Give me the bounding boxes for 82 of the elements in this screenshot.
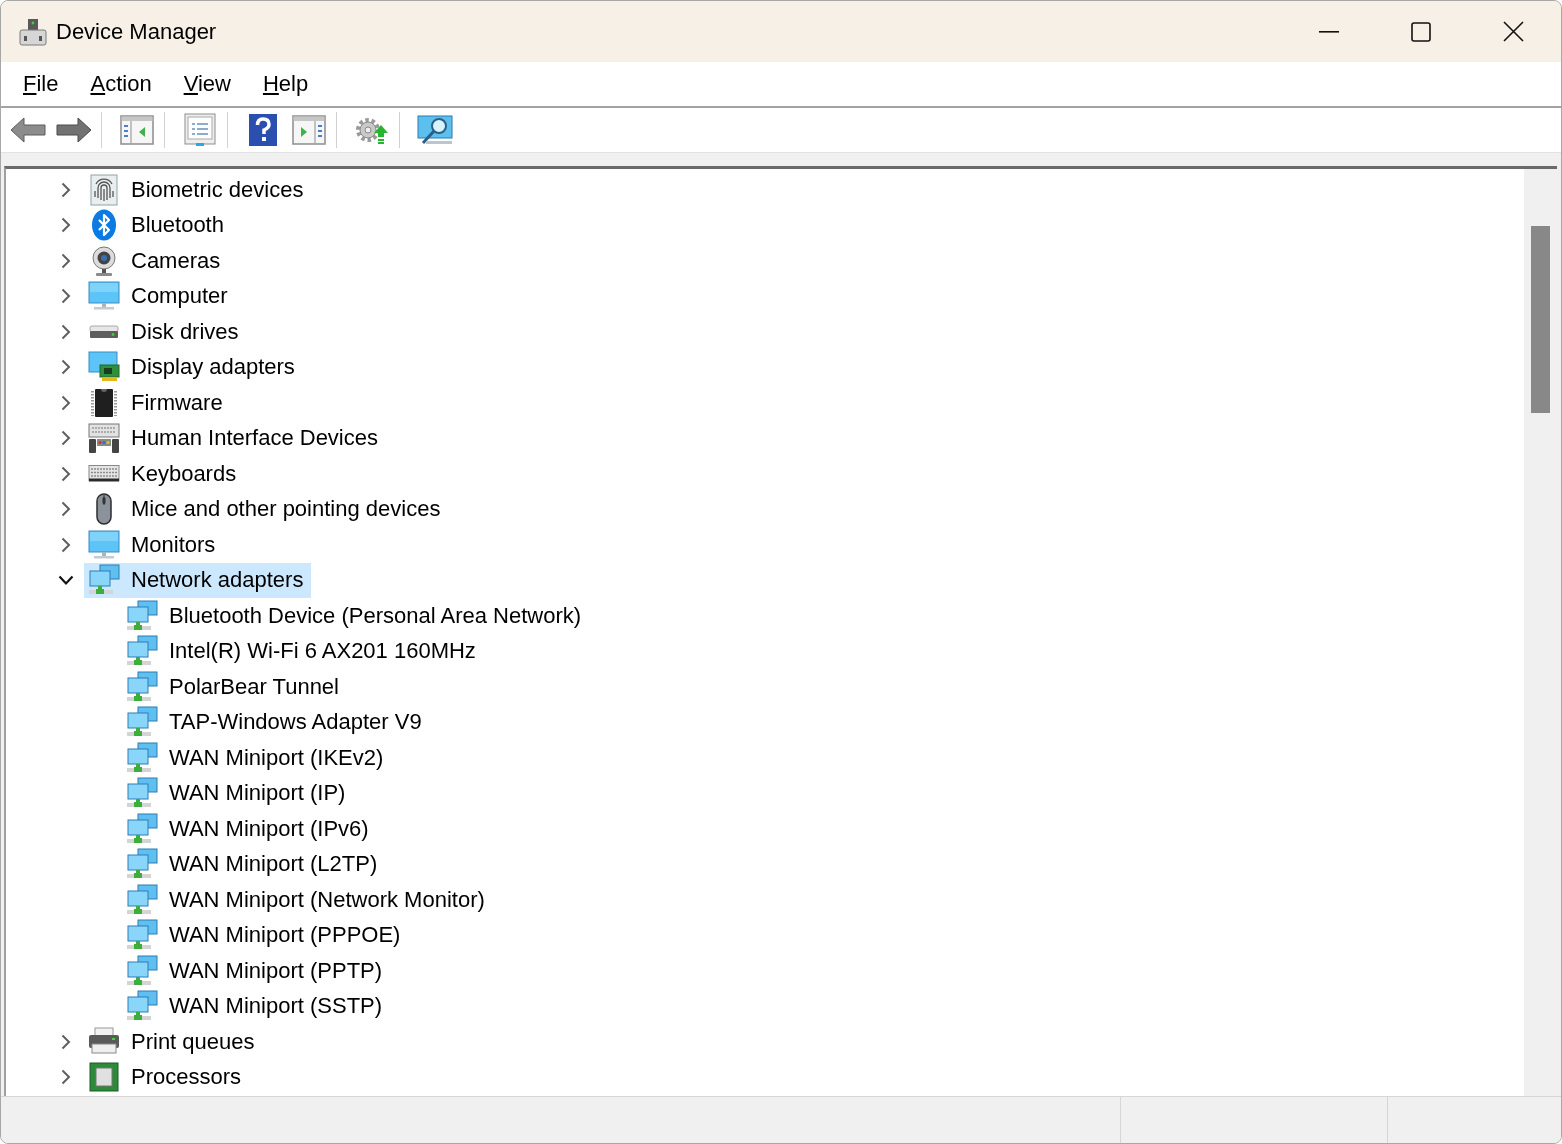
scrollbar-thumb[interactable] <box>1531 226 1550 413</box>
tree-item[interactable]: Network adapters <box>84 562 312 598</box>
tree-item[interactable]: WAN Miniport (SSTP) <box>122 988 391 1024</box>
menu-item[interactable]: View <box>167 67 247 101</box>
network-computers-icon <box>126 954 158 987</box>
monitor-search-icon <box>417 115 453 145</box>
fingerprint-icon <box>90 173 118 206</box>
tree-item[interactable]: Firmware <box>84 385 231 421</box>
window-title: Device Manager <box>56 18 217 45</box>
tree-item[interactable]: WAN Miniport (IKEv2) <box>122 740 392 776</box>
chevron-right-icon[interactable] <box>61 1033 71 1050</box>
tree-item[interactable]: Keyboards <box>84 456 245 492</box>
chevron-right-icon[interactable] <box>61 323 71 340</box>
tree-item[interactable]: WAN Miniport (PPTP) <box>122 953 391 989</box>
window-pane-icon <box>292 115 326 145</box>
tree-item[interactable]: PolarBear Tunnel <box>122 669 347 705</box>
monitor-icon <box>88 280 120 313</box>
network-computers-icon <box>126 706 158 739</box>
tree-item[interactable]: Intel(R) Wi-Fi 6 AX201 160MHz <box>122 633 484 669</box>
processor-chip-icon <box>88 1061 120 1094</box>
monitor-card-icon <box>88 351 120 384</box>
network-computers-icon <box>126 812 158 845</box>
chevron-right-icon[interactable] <box>61 288 71 305</box>
chevron-right-icon[interactable] <box>61 252 71 269</box>
network-computers-icon <box>88 564 120 597</box>
tree-item[interactable]: TAP-Windows Adapter V9 <box>122 704 430 740</box>
chevron-right-icon[interactable] <box>61 430 71 447</box>
input-device-icon <box>88 422 120 455</box>
network-computers-icon <box>126 990 158 1023</box>
tree-item[interactable]: WAN Miniport (IP) <box>122 775 354 811</box>
tree-item[interactable]: Processors <box>84 1059 250 1095</box>
tree-item[interactable]: Monitors <box>84 527 224 563</box>
chevron-right-icon[interactable] <box>61 501 71 518</box>
network-computers-icon <box>126 599 158 632</box>
keyboard-icon <box>88 465 120 483</box>
chevron-right-icon[interactable] <box>61 1069 71 1086</box>
menu-item[interactable]: Action <box>74 67 168 101</box>
network-computers-icon <box>126 919 158 952</box>
network-computers-icon <box>126 777 158 810</box>
tree-item[interactable]: WAN Miniport (IPv6) <box>122 811 377 847</box>
network-computers-icon <box>126 883 158 916</box>
scrollbar[interactable] <box>1524 169 1557 1096</box>
network-computers-icon <box>126 848 158 881</box>
maximize-icon <box>1411 21 1431 42</box>
chevron-right-icon[interactable] <box>61 217 71 234</box>
tree-item[interactable]: WAN Miniport (Network Monitor) <box>122 882 493 918</box>
window-pane-icon <box>120 115 154 145</box>
bluetooth-icon <box>91 209 117 242</box>
network-computers-icon <box>126 635 158 668</box>
disk-drive-icon <box>88 324 120 339</box>
close-icon <box>1502 21 1524 42</box>
chip-icon <box>91 386 117 419</box>
network-computers-icon <box>126 741 158 774</box>
tree-item[interactable]: Bluetooth Device (Personal Area Network) <box>122 598 590 634</box>
chevron-right-icon[interactable] <box>61 465 71 482</box>
chevron-right-icon[interactable] <box>61 359 71 376</box>
tree-item[interactable]: Biometric devices <box>84 172 312 208</box>
monitor-icon <box>88 528 120 561</box>
tree-item[interactable]: Print queues <box>84 1024 263 1060</box>
tree-item[interactable]: Cameras <box>84 243 229 279</box>
menu-item[interactable]: File <box>7 67 75 101</box>
mouse-icon <box>96 493 112 526</box>
chevron-right-icon[interactable] <box>61 394 71 411</box>
arrow-right-icon <box>56 117 92 143</box>
menu-item[interactable]: Help <box>246 67 325 101</box>
chevron-down-icon[interactable] <box>58 574 74 586</box>
tree-item[interactable]: WAN Miniport (PPPOE) <box>122 917 409 953</box>
tree-item[interactable]: WAN Miniport (L2TP) <box>122 846 386 882</box>
tree-item[interactable]: Disk drives <box>84 314 247 350</box>
help-icon <box>249 114 277 146</box>
device-icon <box>19 17 47 46</box>
chevron-right-icon[interactable] <box>61 181 71 198</box>
document-list-icon <box>184 113 216 147</box>
chevron-right-icon[interactable] <box>61 536 71 553</box>
network-computers-icon <box>126 670 158 703</box>
arrow-left-icon <box>10 117 46 143</box>
tree-item[interactable]: Human Interface Devices <box>84 420 386 456</box>
tree-item[interactable]: Display adapters <box>84 349 303 385</box>
tree-item[interactable]: Mice and other pointing devices <box>84 491 449 527</box>
tree-item[interactable]: Computer <box>84 278 236 314</box>
minimize-icon <box>1319 30 1339 33</box>
tree-item[interactable]: Bluetooth <box>84 207 232 243</box>
